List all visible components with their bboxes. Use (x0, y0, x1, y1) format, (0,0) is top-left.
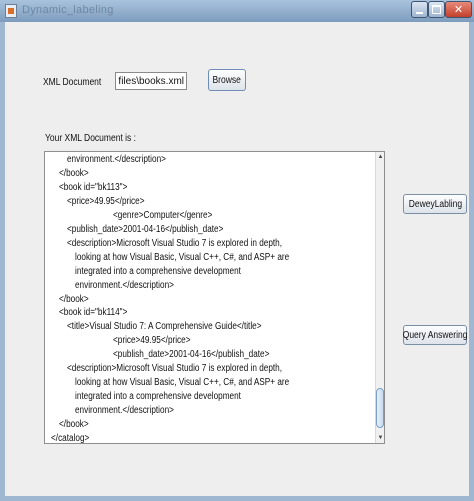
document-line: <description>Microsoft Visual Studio 7 i… (67, 363, 282, 375)
file-path-field[interactable] (115, 72, 187, 90)
scrollbar-thumb[interactable] (376, 388, 384, 428)
app-window: Dynamic_labeling ✕ XML Document Browse Y… (0, 0, 474, 501)
browse-button[interactable]: Browse (208, 69, 246, 91)
document-line: <title>Visual Studio 7: A Comprehensive … (67, 321, 262, 333)
vertical-scrollbar[interactable]: ▲ ▼ (375, 152, 384, 443)
document-line: looking at how Visual Basic, Visual C++,… (75, 251, 290, 263)
document-line: <publish_date>2001-04-16</publish_date> (113, 349, 270, 361)
document-line: </catalog> (51, 433, 90, 444)
scroll-down-arrow-icon[interactable]: ▼ (376, 433, 384, 443)
document-line: </book> (59, 293, 89, 305)
document-line: <book id="bk113"> (59, 181, 128, 193)
window-title: Dynamic_labeling (22, 4, 114, 16)
document-line: environment.</description> (75, 279, 174, 291)
query-answering-button-label: Query Answering (402, 329, 468, 341)
scroll-up-arrow-icon[interactable]: ▲ (376, 152, 384, 162)
java-app-icon (5, 4, 17, 18)
maximize-button[interactable] (428, 1, 445, 18)
document-line: <genre>Computer</genre> (113, 209, 213, 221)
close-button[interactable]: ✕ (445, 1, 472, 18)
document-line: <description>Microsoft Visual Studio 7 i… (67, 237, 282, 249)
window-frame-bottom (0, 496, 474, 501)
document-line: <price>49.95</price> (113, 335, 191, 347)
dewey-labeling-button-label: DeweyLabling (408, 198, 462, 210)
window-frame-right (469, 22, 474, 501)
document-line: integrated into a comprehensive developm… (75, 265, 241, 277)
document-line: environment.</description> (75, 405, 174, 417)
xml-document-label: XML Document (43, 77, 102, 88)
document-line: <price>49.95</price> (67, 195, 145, 207)
minimize-button[interactable] (411, 1, 428, 18)
content-panel: XML Document Browse Your XML Document is… (5, 22, 469, 496)
document-line: <book id="bk114"> (59, 307, 128, 319)
document-line: looking at how Visual Basic, Visual C++,… (75, 377, 290, 389)
dewey-labeling-button[interactable]: DeweyLabling (403, 194, 467, 214)
query-answering-button[interactable]: Query Answering (403, 325, 467, 345)
document-line: integrated into a comprehensive developm… (75, 391, 241, 403)
browse-button-label: Browse (212, 74, 242, 86)
document-line: </book> (59, 419, 89, 431)
xml-document-textarea[interactable]: environment.</description> </book> <book i… (44, 151, 385, 444)
close-icon: ✕ (453, 3, 464, 16)
minimize-icon (416, 11, 423, 14)
maximize-icon (432, 5, 441, 14)
title-bar[interactable]: Dynamic_labeling ✕ (0, 0, 474, 22)
document-line: </book> (59, 167, 89, 179)
document-line: environment.</description> (67, 154, 166, 165)
document-line: <publish_date>2001-04-16</publish_date> (67, 223, 224, 235)
document-label: Your XML Document is : (45, 133, 137, 144)
